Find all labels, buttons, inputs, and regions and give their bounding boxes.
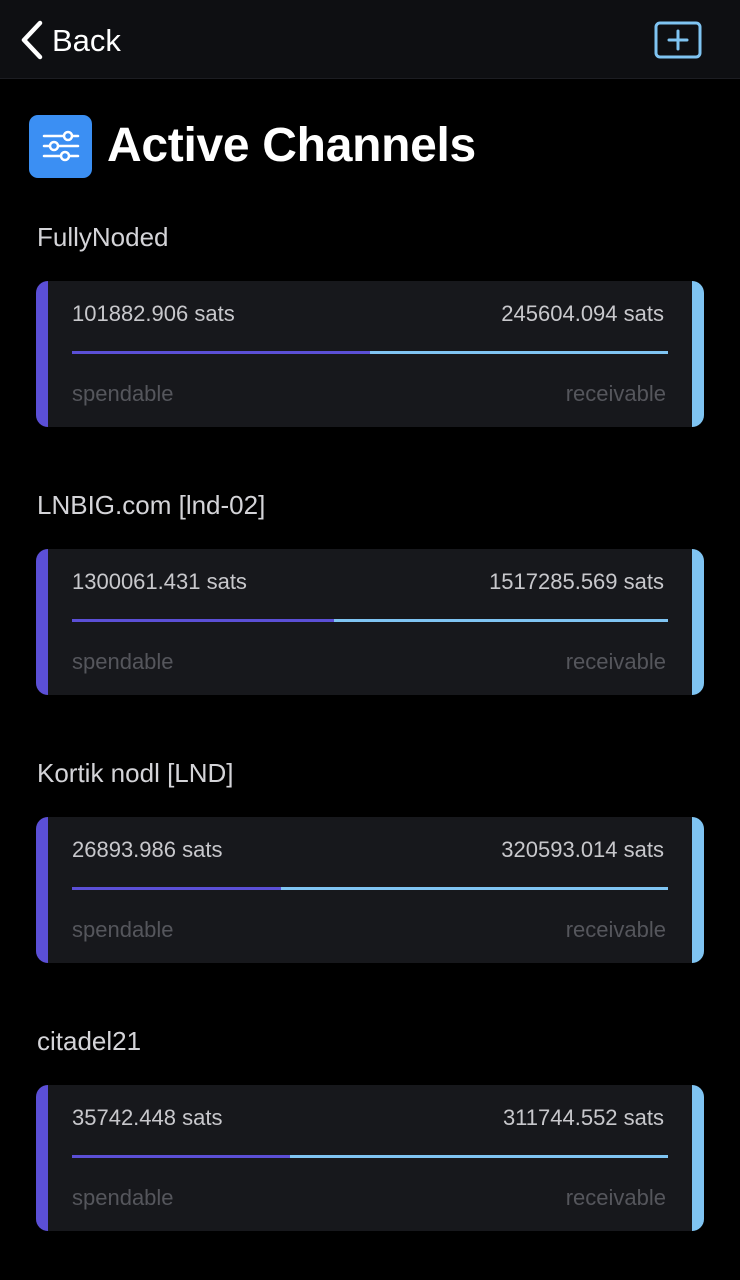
channel-card[interactable]: 1300061.431 sats 1517285.569 sats spenda… [36,549,704,695]
spendable-edge [36,549,48,695]
receivable-label: receivable [565,649,666,674]
back-button[interactable]: Back [20,18,121,62]
channel-card[interactable]: 101882.906 sats 245604.094 sats spendabl… [36,281,704,427]
balance-bar [72,351,668,354]
spendable-label: spendable [72,1185,174,1210]
plus-square-icon [654,21,702,59]
receivable-edge [692,281,704,427]
receivable-label: receivable [565,381,666,406]
spendable-amount: 35742.448 sats [72,1105,223,1130]
receivable-edge [692,817,704,963]
spendable-fill [72,887,281,890]
spendable-edge [36,1085,48,1231]
receivable-amount: 1517285.569 sats [489,569,664,594]
channel-name: FullyNoded [37,222,169,252]
spendable-amount: 26893.986 sats [72,837,223,862]
receivable-amount: 320593.014 sats [501,837,664,862]
receivable-amount: 311744.552 sats [502,1105,664,1130]
channel-name: Kortik nodl [LND] [37,758,234,788]
balance-bar [72,619,668,622]
spendable-label: spendable [72,649,174,674]
spendable-fill [72,619,335,622]
channel-card[interactable]: 26893.986 sats 320593.014 sats spendable… [36,817,704,963]
spendable-edge [36,281,48,427]
receivable-label: receivable [565,1185,666,1210]
balance-bar [72,887,668,890]
page-title: Active Channels [107,119,476,172]
spendable-label: spendable [72,381,174,406]
balance-bar [72,1155,668,1158]
channel-card[interactable]: 35742.448 sats 311744.552 sats spendable… [36,1085,704,1231]
channel-name: LNBIG.com [lnd-02] [37,490,266,520]
spendable-amount: 1300061.431 sats [72,569,247,594]
add-channel-button[interactable] [654,21,702,59]
sliders-icon [29,114,92,178]
spendable-label: spendable [72,917,174,942]
page-header: Active Channels [29,114,476,178]
receivable-amount: 245604.094 sats [501,301,664,326]
spendable-fill [72,1155,290,1158]
spendable-amount: 101882.906 sats [72,301,235,326]
receivable-edge [692,1085,704,1231]
back-label: Back [52,22,121,58]
receivable-label: receivable [565,917,666,942]
spendable-edge [36,817,48,963]
channel-name: citadel21 [37,1026,142,1056]
chevron-left-icon [21,20,43,60]
navigation-bar: Back [0,0,740,79]
receivable-edge [692,549,704,695]
spendable-fill [72,351,370,354]
